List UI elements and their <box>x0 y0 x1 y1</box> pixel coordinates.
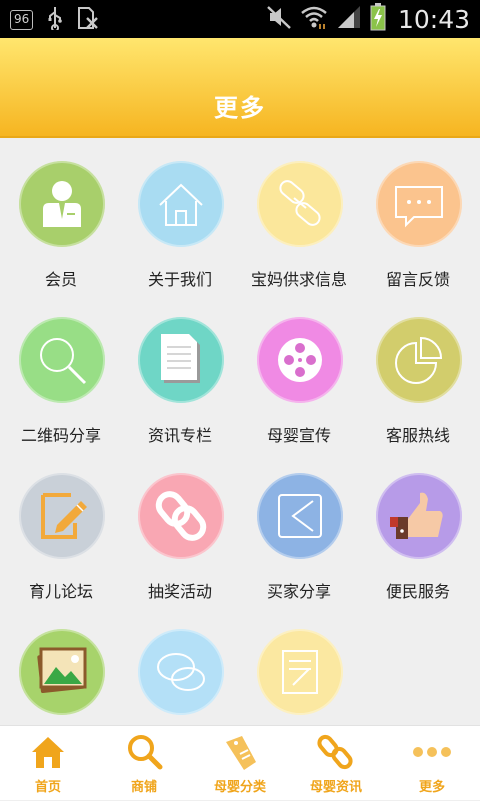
page-title: 更多 <box>214 94 266 122</box>
tab-more-label: 更多 <box>418 780 445 795</box>
notepad-circle <box>257 629 343 715</box>
grid-item-notepad[interactable] <box>239 608 359 725</box>
message-icon <box>395 186 443 228</box>
grid-item-label: 母婴宣传 <box>266 426 331 445</box>
grid-item-buyer-share[interactable]: 买家分享 <box>239 452 359 608</box>
tab-categories-label: 母婴分类 <box>213 780 266 795</box>
sale-tag-icon <box>226 736 256 770</box>
grid-item-qr-share[interactable]: 二维码分享 <box>1 296 121 452</box>
grid-item-news-column[interactable]: 资讯专栏 <box>120 296 240 452</box>
usb-icon <box>47 6 63 34</box>
film-reel-icon <box>278 338 322 382</box>
mute-icon <box>266 4 292 34</box>
qr-circle <box>19 317 105 403</box>
tab-categories[interactable]: 母婴分类 <box>192 726 288 801</box>
document-icon <box>161 334 200 383</box>
grid-item-chat[interactable] <box>120 608 240 725</box>
notepad-icon <box>282 650 318 694</box>
grid-item-label: 抽奖活动 <box>147 582 212 601</box>
grid-item-label: 资讯专栏 <box>147 426 212 445</box>
signal-icon <box>336 4 362 34</box>
buyer-circle <box>257 473 343 559</box>
tab-news[interactable]: 母婴资讯 <box>288 726 384 801</box>
lottery-circle <box>138 473 224 559</box>
grid-item-gallery[interactable] <box>1 608 121 725</box>
download-file-icon <box>77 6 99 34</box>
magnifier-icon <box>40 338 87 385</box>
chat-circle <box>138 629 224 715</box>
home-icon <box>32 737 64 768</box>
news-circle <box>138 317 224 403</box>
clock: 10:43 <box>397 4 470 34</box>
grid-item-hotline[interactable]: 客服热线 <box>358 296 478 452</box>
promotion-circle <box>257 317 343 403</box>
grid-item-feedback[interactable]: 留言反馈 <box>358 140 478 296</box>
wifi-icon <box>300 4 328 34</box>
forum-circle <box>19 473 105 559</box>
member-circle <box>19 161 105 247</box>
page-header: 更多 <box>0 38 480 138</box>
grid-item-label: 客服热线 <box>385 426 450 445</box>
grid-item-promotion[interactable]: 母婴宣传 <box>239 296 359 452</box>
gallery-circle <box>19 629 105 715</box>
tab-home-label: 首页 <box>34 780 61 795</box>
grid-item-member[interactable]: 会员 <box>1 140 121 296</box>
status-bar: 96 10:43 <box>0 0 480 38</box>
battery-icon <box>370 3 386 35</box>
tab-news-label: 母婴资讯 <box>309 780 362 795</box>
notification-badge: 96 <box>10 10 34 30</box>
search-icon <box>128 735 163 770</box>
grid-item-label: 留言反馈 <box>385 270 450 289</box>
status-left: 96 <box>10 6 99 34</box>
thumbs-up-icon <box>390 492 443 539</box>
grid-item-label: 育儿论坛 <box>28 582 93 601</box>
grid-item-convenience[interactable]: 便民服务 <box>358 452 478 608</box>
member-icon <box>43 181 81 227</box>
grid-item-parenting-forum[interactable]: 育儿论坛 <box>1 452 121 608</box>
more-grid: 会员 关于我们 宝妈供求信息 留言反馈 二维码分享 资讯专栏 母婴宣传 客服热线… <box>0 140 480 725</box>
about-circle <box>138 161 224 247</box>
tab-home[interactable]: 首页 <box>0 726 96 801</box>
chat-icon <box>157 653 205 691</box>
photo-icon <box>37 647 87 693</box>
share-icon <box>278 494 322 538</box>
grid-item-label: 买家分享 <box>266 582 331 601</box>
home-icon <box>159 183 203 226</box>
supply-circle <box>257 161 343 247</box>
grid-item-label: 关于我们 <box>147 270 212 289</box>
link-icon <box>155 491 207 541</box>
tab-more[interactable]: 更多 <box>384 726 480 801</box>
tab-shops[interactable]: 商铺 <box>96 726 192 801</box>
feedback-circle <box>376 161 462 247</box>
grid-item-lottery[interactable]: 抽奖活动 <box>120 452 240 608</box>
tab-shops-label: 商铺 <box>130 780 157 795</box>
grid-item-label: 宝妈供求信息 <box>250 270 347 289</box>
grid-item-label: 便民服务 <box>385 582 450 601</box>
grid-item-label: 会员 <box>44 270 77 289</box>
edit-icon <box>41 493 87 539</box>
link-icon <box>317 734 353 770</box>
grid-item-supply-demand[interactable]: 宝妈供求信息 <box>239 140 359 296</box>
bottom-tab-bar: 首页 商铺 母婴分类 母婴资讯 更多 <box>0 725 480 800</box>
hotline-circle <box>376 317 462 403</box>
pie-chart-icon <box>395 336 443 384</box>
status-right: 10:43 <box>266 3 470 35</box>
more-dots-icon <box>413 747 451 757</box>
chain-link-icon <box>279 180 321 226</box>
grid-item-about-us[interactable]: 关于我们 <box>120 140 240 296</box>
grid-item-label: 二维码分享 <box>20 426 101 445</box>
convenience-circle <box>376 473 462 559</box>
